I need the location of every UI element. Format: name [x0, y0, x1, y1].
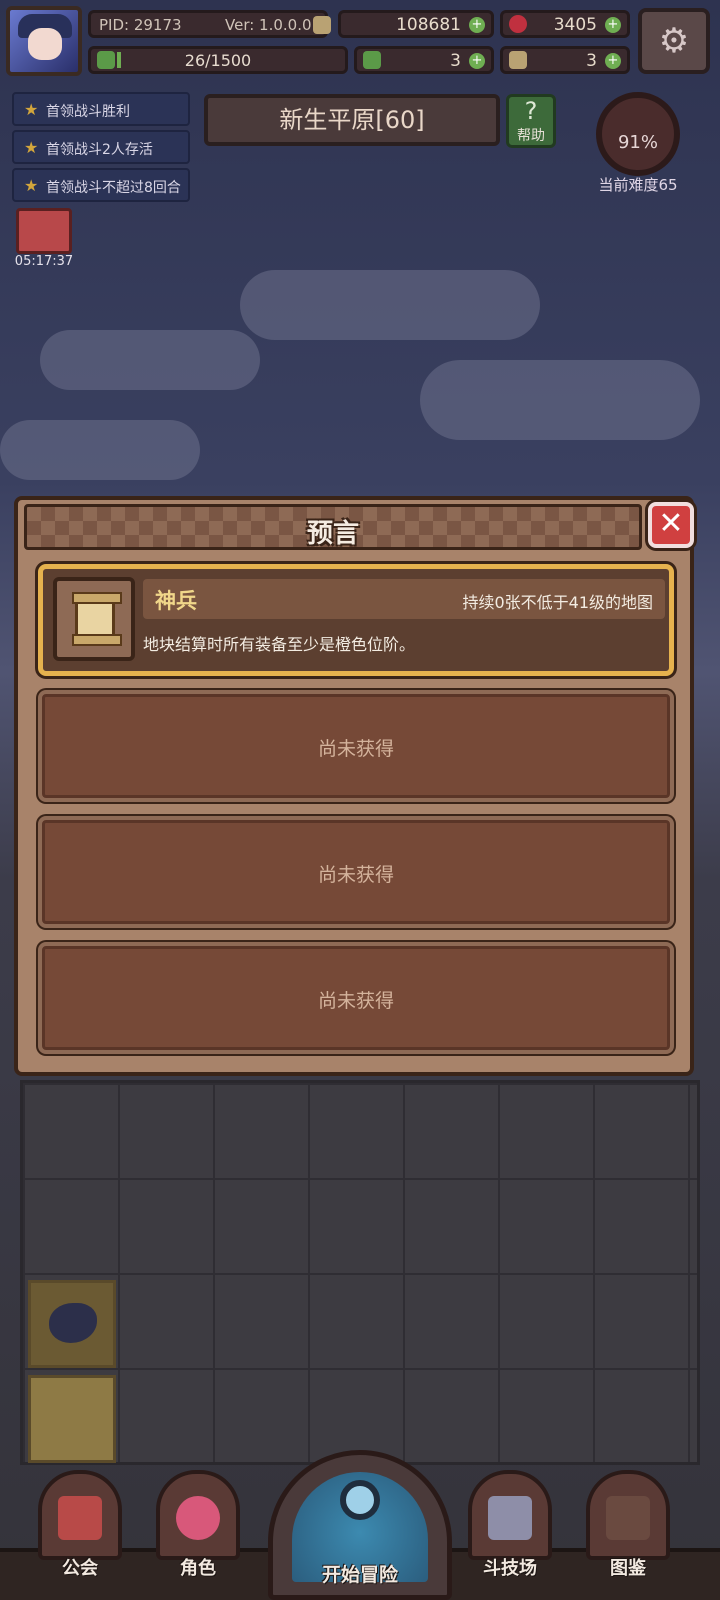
- scroll-icon: [72, 592, 122, 646]
- difficulty-indicator[interactable]: 91% 当前难度65: [590, 88, 686, 198]
- item-value: 3: [586, 51, 597, 71]
- map-title: 新生平原[60]: [279, 106, 425, 134]
- add-item-button[interactable]: +: [605, 53, 621, 69]
- cloud-decor: [0, 420, 200, 480]
- xp-bar: 26/1500: [88, 46, 348, 74]
- version-text: Ver: 1.0.0.0: [225, 16, 312, 34]
- prophecy-condition: 持续0张不低于41级的地图: [462, 593, 653, 612]
- star-icon: ★: [24, 176, 39, 195]
- prophecy-slot-empty[interactable]: 尚未获得: [38, 942, 674, 1054]
- nav-codex[interactable]: 图鉴: [586, 1470, 670, 1579]
- ruby-icon: [509, 15, 527, 33]
- quest-item[interactable]: ★ 首领战斗不超过8回合: [12, 168, 190, 202]
- add-coin-button[interactable]: +: [469, 17, 485, 33]
- dialog-header: 预言: [24, 504, 642, 550]
- character-icon: [176, 1496, 220, 1540]
- dialog-title: 预言: [306, 519, 359, 549]
- quest-item[interactable]: ★ 首领战斗胜利: [12, 92, 190, 126]
- map-grid[interactable]: [20, 1080, 700, 1465]
- add-gem-button[interactable]: +: [605, 17, 621, 33]
- quest-item[interactable]: ★ 首领战斗2人存活: [12, 130, 190, 164]
- guild-house-icon: [58, 1496, 102, 1540]
- item-counter: 3 +: [500, 46, 630, 74]
- help-label: 帮助: [517, 128, 545, 144]
- magnifier-icon: [340, 1480, 380, 1520]
- pid-row: PID: 29173 Ver: 1.0.0.0: [88, 10, 331, 38]
- prophecy-description: 地块结算时所有装备至少是橙色位阶。: [143, 635, 416, 654]
- quest-label: 首领战斗2人存活: [46, 142, 153, 158]
- cloud-decor: [240, 270, 540, 340]
- add-clover-button[interactable]: +: [469, 53, 485, 69]
- nav-arena[interactable]: 斗技场: [468, 1470, 552, 1579]
- player-avatar[interactable]: [6, 6, 82, 76]
- question-icon: ?: [524, 97, 538, 125]
- help-button[interactable]: ? 帮助: [506, 94, 556, 148]
- difficulty-label: 当前难度65: [598, 176, 678, 194]
- prophecy-slot-empty[interactable]: 尚未获得: [38, 690, 674, 802]
- map-tile-dark[interactable]: [28, 1280, 116, 1368]
- close-icon: ✕: [658, 506, 684, 541]
- timed-chest[interactable]: 05:17:37: [12, 208, 76, 270]
- pid-text: PID: 29173: [99, 16, 182, 34]
- nav-character-label: 角色: [180, 1558, 216, 1579]
- nav-arena-label: 斗技场: [483, 1558, 537, 1579]
- star-icon: ★: [24, 138, 39, 157]
- scroll-item-icon: [509, 51, 527, 69]
- clover-icon: [363, 51, 381, 69]
- quest-label: 首领战斗胜利: [46, 104, 130, 120]
- gem-counter: 3405 +: [500, 10, 630, 38]
- clover-value: 3: [450, 51, 461, 71]
- crossed-swords-icon: [488, 1496, 532, 1540]
- prophecy-card[interactable]: 神兵 持续0张不低于41级的地图 地块结算时所有装备至少是橙色位阶。: [38, 564, 674, 676]
- nav-adventure[interactable]: 开始冒险: [268, 1450, 452, 1600]
- xp-text: 26/1500: [184, 51, 252, 70]
- map-title-banner: 新生平原[60]: [204, 94, 500, 146]
- nav-guild[interactable]: 公会: [38, 1470, 122, 1579]
- settings-button[interactable]: ⚙: [638, 8, 710, 74]
- prophecy-dialog: 预言 ✕ 神兵 持续0张不低于41级的地图 地块结算时所有装备至少是橙色位阶。 …: [14, 496, 694, 1076]
- chest-timer-text: 05:17:37: [14, 254, 74, 269]
- clover-counter: 3 +: [354, 46, 494, 74]
- prophecy-name: 神兵: [155, 589, 197, 613]
- nav-adventure-label: 开始冒险: [321, 1564, 398, 1586]
- chest-icon: [16, 208, 72, 254]
- prophecy-slot-empty[interactable]: 尚未获得: [38, 816, 674, 928]
- empty-slot-label: 尚未获得: [317, 864, 394, 886]
- prophecy-icon-slot: [53, 577, 135, 661]
- difficulty-percent: 91%: [617, 132, 658, 153]
- gear-icon: ⚙: [658, 21, 690, 61]
- nav-character[interactable]: 角色: [156, 1470, 240, 1579]
- star-icon: ★: [24, 100, 39, 119]
- empty-slot-label: 尚未获得: [317, 990, 394, 1012]
- coin-icon: [313, 16, 331, 34]
- coin-value: 108681: [396, 15, 461, 35]
- quest-label: 首领战斗不超过8回合: [46, 180, 181, 196]
- book-icon: [606, 1496, 650, 1540]
- prophecy-name-band: 神兵 持续0张不低于41级的地图: [143, 579, 665, 619]
- coin-counter: 108681 +: [338, 10, 494, 38]
- cloud-decor: [40, 330, 260, 390]
- empty-slot-label: 尚未获得: [317, 738, 394, 760]
- gem-value: 3405: [553, 15, 597, 35]
- top-status-bar: PID: 29173 Ver: 1.0.0.0 108681 + 3405 + …: [0, 0, 720, 80]
- nav-guild-label: 公会: [62, 1558, 98, 1579]
- nav-codex-label: 图鉴: [610, 1558, 646, 1579]
- bottom-navigation: 公会 角色 开始冒险 斗技场 图鉴: [0, 1450, 720, 1600]
- cloud-decor: [420, 360, 700, 440]
- close-button[interactable]: ✕: [648, 502, 694, 548]
